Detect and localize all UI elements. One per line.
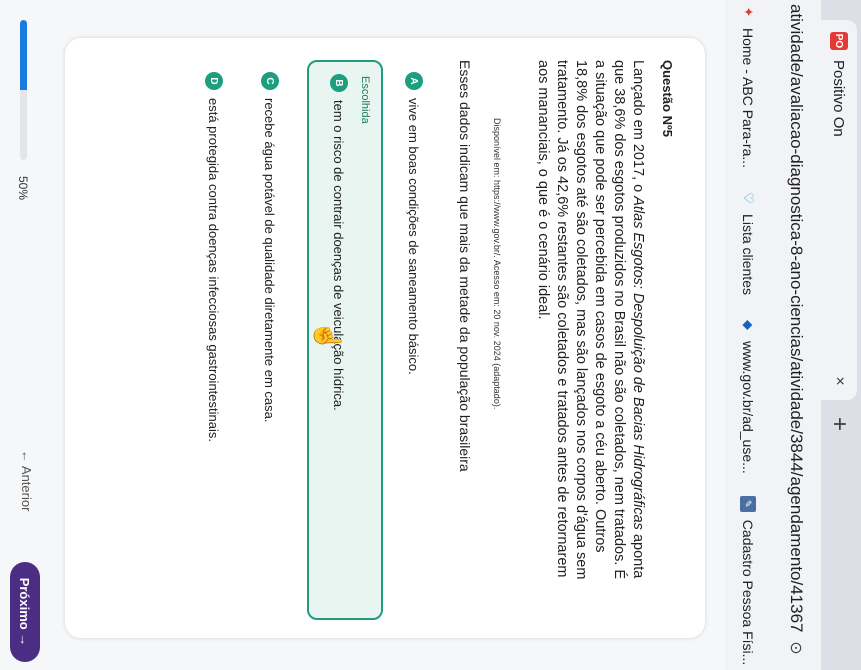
browser-tab[interactable]: PO Positivo On × <box>821 20 857 400</box>
option-text: tem o risco de contrair doenças de veicu… <box>331 100 347 411</box>
progress-label: 50% <box>16 176 30 201</box>
tab-strip: PO Positivo On × + <box>821 0 861 670</box>
question-number: Questão Nº5 <box>660 60 675 137</box>
extension-icon[interactable]: ⊙ <box>783 632 809 664</box>
option-letter-d: D <box>205 72 223 90</box>
option-d[interactable]: D está protegida contra doenças infeccio… <box>189 60 239 620</box>
option-text: recebe água potável de qualidade diretam… <box>262 98 278 423</box>
question-prompt: Esses dados indicam que mais da metade d… <box>457 60 473 472</box>
rotated-screen: PO Positivo On × + atividade/avaliacao-d… <box>0 0 861 670</box>
doc-icon: ✎ <box>740 495 756 512</box>
option-text: vive em boas condições de saneamento bás… <box>406 98 422 375</box>
page-content: Questão Nº5 Lançado em 2017, o Atlas Esg… <box>0 0 725 670</box>
progress-fill <box>20 20 27 90</box>
footer-nav: 50% ← Anterior Próximo → <box>0 0 40 670</box>
new-tab-button[interactable]: + <box>825 410 853 438</box>
option-text: está protegida contra doenças infecciosa… <box>206 98 222 442</box>
option-letter-b: B <box>330 74 348 92</box>
bookmark-label: Cadastro Pessoa Físi... <box>740 519 756 666</box>
question-text-intro: Lançado em 2017, o <box>630 60 646 197</box>
close-tab-icon[interactable]: × <box>830 368 848 394</box>
gov-icon: ◆ <box>741 319 756 330</box>
previous-button[interactable]: ← Anterior <box>19 450 34 511</box>
option-letter-c: C <box>261 72 279 90</box>
option-letter-a: A <box>405 72 423 90</box>
source-citation: Disponível em: https://www.gov.br/. Aces… <box>492 118 502 410</box>
progress-bar <box>20 20 27 160</box>
bookmark-label: Lista clientes <box>740 214 756 295</box>
next-button[interactable]: Próximo → <box>10 562 40 662</box>
bookmark-lista-clientes[interactable]: ♡ Lista clientes <box>740 190 756 295</box>
bookmark-home[interactable]: ✦ Home - ABC Para-ra... <box>740 4 756 169</box>
bookmark-label: www.gov.br/ad_use... <box>740 340 756 474</box>
chosen-badge: Escolhida <box>359 76 371 124</box>
option-a[interactable]: A vive em boas condições de saneamento b… <box>389 60 439 620</box>
option-c[interactable]: C recebe água potável de qualidade diret… <box>245 60 295 620</box>
bookmarks-bar: ✦ Home - ABC Para-ra... ♡ Lista clientes… <box>724 0 771 670</box>
question-text-title: Atlas Esgotos: Despoluição de Bacias Hid… <box>630 196 646 530</box>
question-text: Lançado em 2017, o Atlas Esgotos: Despol… <box>533 60 647 580</box>
hand-cursor-icon: ☝ <box>313 320 343 353</box>
bookmark-cadastro[interactable]: ✎ Cadastro Pessoa Físi... <box>740 495 756 666</box>
positivo-favicon-icon: PO <box>830 32 848 50</box>
address-bar[interactable]: atividade/avaliacao-diagnostica-8-ano-ci… <box>771 0 821 670</box>
tab-title: Positivo On <box>830 60 848 137</box>
bookmark-gov[interactable]: ◆ www.gov.br/ad_use... <box>740 317 756 474</box>
shield-icon: ♡ <box>741 192 756 204</box>
star-icon: ✦ <box>741 6 756 18</box>
question-card: Questão Nº5 Lançado em 2017, o Atlas Esg… <box>65 38 705 638</box>
url-text[interactable]: atividade/avaliacao-diagnostica-8-ano-ci… <box>786 4 806 632</box>
bookmark-label: Home - ABC Para-ra... <box>740 28 756 169</box>
